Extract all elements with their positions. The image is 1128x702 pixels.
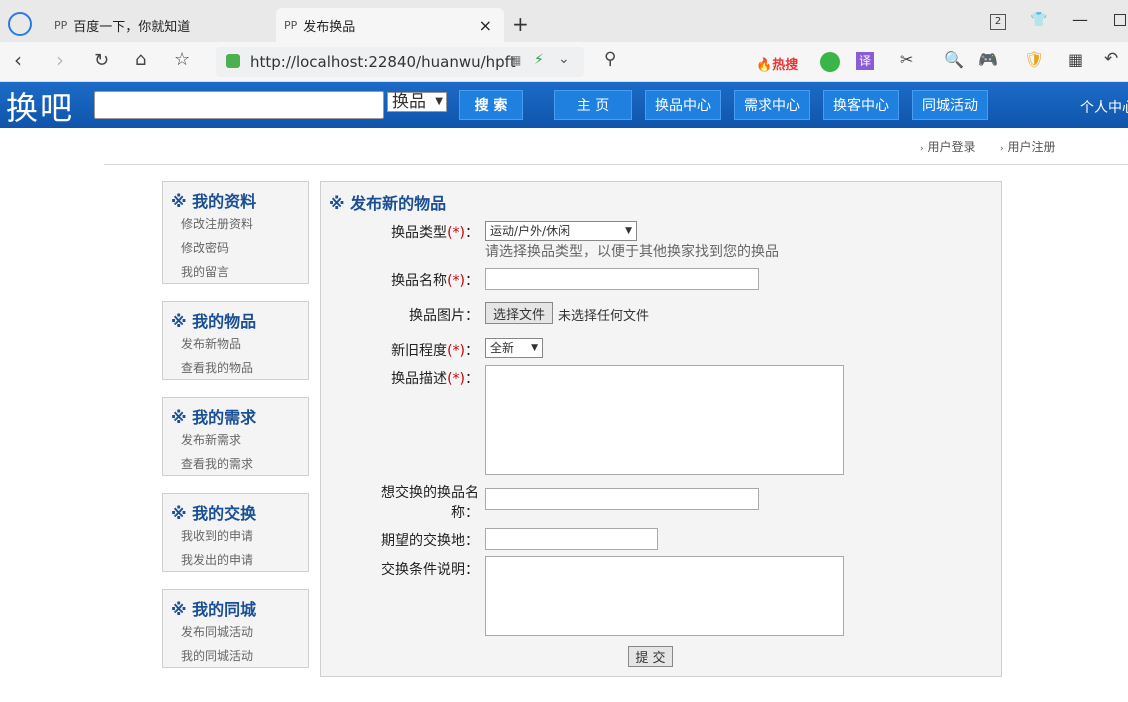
close-tab-icon[interactable]: × <box>479 16 492 35</box>
sidebar-local: ※ 我的同城 发布同城活动 我的同城活动 <box>162 589 309 668</box>
qr-icon[interactable]: ▦ <box>510 53 521 67</box>
login-link[interactable]: › 用户登录 <box>920 138 975 155</box>
description-textarea[interactable] <box>485 365 844 475</box>
shield-icon <box>226 54 240 68</box>
sidebar-heading: ※ 我的物品 <box>171 312 257 331</box>
nav-local-events[interactable]: 同城活动 <box>912 90 988 120</box>
new-tab-button[interactable]: + <box>512 12 529 36</box>
search-icon[interactable]: ⚲ <box>604 49 616 69</box>
nav-items-center[interactable]: 换品中心 <box>645 90 721 120</box>
condition-select[interactable]: 全新 ▼ <box>485 338 543 358</box>
sidebar-item-change-password[interactable]: 修改密码 <box>163 236 308 260</box>
type-label: 换品类型(*)： <box>391 225 479 241</box>
chevron-down-icon: ▼ <box>531 343 538 353</box>
terms-textarea[interactable] <box>485 556 844 636</box>
page-title: ※ 发布新的物品 <box>329 194 447 213</box>
home-icon[interactable]: ⌂ <box>135 49 146 70</box>
address-toolbar: ‹ › ↻ ⌂ ☆ http://localhost:22840/huanwu/… <box>0 42 1128 82</box>
search-scope-select[interactable]: 换品 ▼ <box>387 92 447 112</box>
reload-icon[interactable]: ↻ <box>94 50 109 71</box>
sidebar-item-view-demands[interactable]: 查看我的需求 <box>163 452 308 476</box>
wanted-item-label-line2: 称： <box>451 505 479 521</box>
sidebar-profile: ※ 我的资料 修改注册资料 修改密码 我的留言 <box>162 181 309 284</box>
bolt-icon[interactable]: ⚡ <box>534 52 544 68</box>
submit-button[interactable]: 提 交 <box>628 646 673 667</box>
chevron-down-icon: ▼ <box>435 96 443 107</box>
url-bar[interactable]: http://localhost:22840/huanwu/hpft ▦ ⚡ ⌄ <box>216 47 584 77</box>
sidebar-item-edit-profile[interactable]: 修改注册资料 <box>163 212 308 236</box>
sidebar-heading: ※ 我的同城 <box>171 600 257 619</box>
image-label: 换品图片： <box>409 308 479 324</box>
nav-personal-center[interactable]: 个人中心 <box>1080 97 1128 117</box>
translate-button[interactable]: 译 <box>856 52 874 70</box>
name-label: 换品名称(*)： <box>391 273 479 289</box>
sidebar-heading: ※ 我的交换 <box>171 504 257 523</box>
back-icon[interactable]: ‹ <box>14 48 22 72</box>
publish-item-panel: ※ 发布新的物品 换品类型(*)： 运动/户外/休闲 ▼ 请选择换品类型，以便于… <box>320 181 1002 677</box>
nav-home[interactable]: 主 页 <box>554 90 632 120</box>
type-select[interactable]: 运动/户外/休闲 ▼ <box>485 221 637 241</box>
header-divider <box>104 164 1128 165</box>
sidebar-heading: ※ 我的需求 <box>171 408 257 427</box>
sidebar-item-publish-demand[interactable]: 发布新需求 <box>163 428 308 452</box>
arrow-right-icon: › <box>920 144 924 154</box>
shirt-icon[interactable]: 👕 <box>1030 12 1047 28</box>
minimize-icon[interactable]: — <box>1072 10 1088 29</box>
game-icon[interactable]: 🎮 <box>978 50 998 69</box>
search-input[interactable] <box>94 91 384 119</box>
flame-icon: 🔥 <box>756 58 773 73</box>
sidebar-item-sent-requests[interactable]: 我发出的申请 <box>163 548 308 572</box>
sidebar-item-publish-item[interactable]: 发布新物品 <box>163 332 308 356</box>
forward-icon[interactable]: › <box>56 48 64 72</box>
name-input[interactable] <box>485 268 759 290</box>
maximize-icon[interactable] <box>1114 14 1126 26</box>
chevron-down-icon[interactable]: ⌄ <box>558 51 570 67</box>
sidebar-demands: ※ 我的需求 发布新需求 查看我的需求 <box>162 397 309 476</box>
file-status: 未选择任何文件 <box>558 309 650 324</box>
chevron-down-icon: ▼ <box>625 226 632 236</box>
tab-baidu[interactable]: PP 百度一下，你就知道 <box>46 8 271 42</box>
place-input[interactable] <box>485 528 658 550</box>
tab-count-badge[interactable]: 2 <box>990 14 1006 30</box>
sidebar-item-received-requests[interactable]: 我收到的申请 <box>163 524 308 548</box>
scissors-icon[interactable]: ✂ <box>900 50 913 69</box>
browser-tab-bar: PP 百度一下，你就知道 PP 发布换品 × + 2 👕 — <box>0 0 1128 42</box>
condition-label: 新旧程度(*)： <box>391 343 479 359</box>
sidebar-item-my-messages[interactable]: 我的留言 <box>163 260 308 284</box>
star-icon[interactable]: ☆ <box>174 49 190 70</box>
search-button[interactable]: 搜 索 <box>459 90 523 120</box>
tab-publish[interactable]: PP 发布换品 × <box>276 8 504 42</box>
magnifier-icon[interactable]: 🔍 <box>944 50 964 69</box>
description-label: 换品描述(*)： <box>391 371 479 387</box>
hot-search-link[interactable]: 🔥热搜 <box>756 54 798 73</box>
wanted-item-label-line1: 想交换的换品名 <box>381 485 479 501</box>
undo-icon[interactable]: ↶ <box>1104 49 1118 69</box>
tab-title: 发布换品 <box>303 19 356 35</box>
grid-icon[interactable]: ▦ <box>1068 50 1083 69</box>
sidebar-item-my-events[interactable]: 我的同城活动 <box>163 644 308 668</box>
choose-file-button[interactable]: 选择文件 <box>485 302 553 324</box>
nav-demand-center[interactable]: 需求中心 <box>734 90 810 120</box>
sidebar-exchanges: ※ 我的交换 我收到的申请 我发出的申请 <box>162 493 309 572</box>
site-header: 换吧 换品 ▼ 搜 索 主 页 换品中心 需求中心 换客中心 同城活动 个人中心 <box>0 82 1128 128</box>
tab-favicon-icon: PP <box>284 18 298 32</box>
sidebar-heading: ※ 我的资料 <box>171 192 257 211</box>
arrow-right-icon: › <box>1000 144 1004 154</box>
sidebar-item-publish-event[interactable]: 发布同城活动 <box>163 620 308 644</box>
register-link[interactable]: › 用户注册 <box>1000 138 1055 155</box>
site-logo[interactable]: 换吧 <box>6 83 74 129</box>
url-text: http://localhost:22840/huanwu/hpft <box>250 53 516 71</box>
tab-title: 百度一下，你就知道 <box>73 19 191 35</box>
shield-yen-icon[interactable]: 🛡 <box>1024 50 1044 69</box>
sidebar-items: ※ 我的物品 发布新物品 查看我的物品 <box>162 301 309 380</box>
type-hint: 请选择换品类型，以便于其他换家找到您的换品 <box>485 244 779 260</box>
nav-trader-center[interactable]: 换客中心 <box>823 90 899 120</box>
browser-logo-icon[interactable] <box>8 12 32 36</box>
terms-label: 交换条件说明： <box>381 562 479 578</box>
sidebar-item-view-items[interactable]: 查看我的物品 <box>163 356 308 380</box>
place-label: 期望的交换地： <box>381 533 479 549</box>
tab-favicon-icon: PP <box>54 18 68 32</box>
wanted-item-input[interactable] <box>485 488 759 510</box>
chat-icon[interactable] <box>820 52 840 72</box>
